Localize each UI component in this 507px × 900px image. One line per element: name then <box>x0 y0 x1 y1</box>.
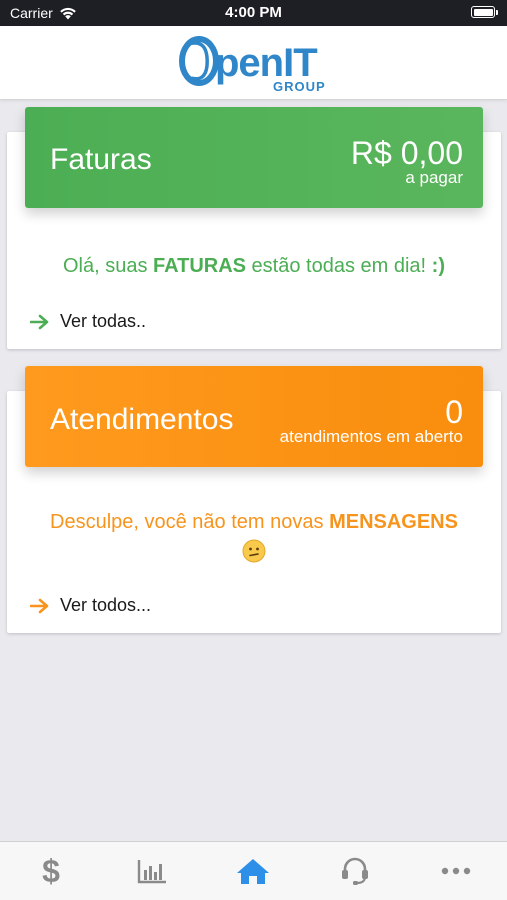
atendimentos-banner[interactable]: Atendimentos 0 atendimentos em aberto <box>25 366 483 467</box>
atendimentos-title: Atendimentos <box>50 403 234 436</box>
faturas-see-all-label: Ver todas.. <box>60 311 147 331</box>
tab-relatorios[interactable] <box>122 851 182 891</box>
atendimentos-count-label: atendimentos em aberto <box>279 427 463 446</box>
logo-subtext: GROUP <box>273 79 326 94</box>
atendimentos-message: Desculpe, você não tem novas MENSAGENS <box>7 508 501 564</box>
arrow-right-icon <box>30 598 49 613</box>
bar-chart-icon <box>137 860 167 884</box>
headset-icon <box>341 857 368 885</box>
arrow-right-icon <box>30 314 49 329</box>
faturas-see-all-link[interactable]: Ver todas.. <box>30 311 146 332</box>
status-bar: Carrier 4:00 PM <box>0 0 507 26</box>
tab-more[interactable] <box>426 851 486 891</box>
clock: 4:00 PM <box>225 4 282 21</box>
svg-text:$: $ <box>42 854 60 888</box>
atendimentos-see-all-label: Ver todos... <box>60 595 152 615</box>
battery-icon <box>471 6 498 18</box>
more-icon <box>442 867 471 875</box>
confused-face-icon <box>242 539 266 563</box>
faturas-amount: R$ 0,00 <box>350 135 463 171</box>
tab-atendimentos[interactable] <box>325 851 385 891</box>
tab-home[interactable] <box>223 851 283 891</box>
app-header: penIT GROUP <box>0 26 507 100</box>
dollar-icon: $ <box>42 854 60 888</box>
home-icon <box>237 859 270 884</box>
atendimentos-count: 0 <box>445 394 463 430</box>
faturas-title: Faturas <box>50 143 152 176</box>
atendimentos-see-all-link[interactable]: Ver todos... <box>30 595 151 616</box>
faturas-banner[interactable]: Faturas R$ 0,00 a pagar <box>25 107 483 208</box>
faturas-message: Olá, suas FATURAS estão todas em dia! :) <box>62 255 445 277</box>
tab-faturas[interactable]: $ <box>21 851 81 891</box>
faturas-amount-label: a pagar <box>405 168 463 187</box>
tab-bar: $ <box>0 841 507 900</box>
openit-logo: penIT GROUP <box>179 36 326 94</box>
